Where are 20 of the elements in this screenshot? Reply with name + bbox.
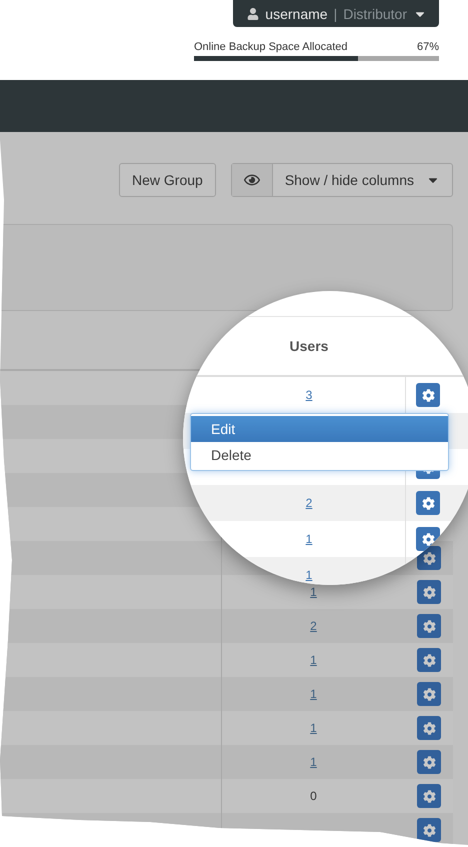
- user-count-link[interactable]: 1: [302, 532, 316, 546]
- user-count-link[interactable]: 1: [306, 653, 321, 667]
- storage-percentage: 67%: [416, 41, 439, 53]
- user-count-link[interactable]: 3: [302, 388, 316, 402]
- columns-toggle-button[interactable]: Show / hide columns: [230, 163, 453, 197]
- menu-item[interactable]: Delete: [191, 442, 448, 468]
- user-count: 0: [310, 789, 317, 803]
- user-count-link[interactable]: 1: [306, 585, 321, 599]
- user-count-link[interactable]: 1: [302, 568, 316, 582]
- user-count-link[interactable]: 2: [306, 619, 321, 633]
- new-group-button[interactable]: New Group: [119, 163, 216, 197]
- separator: |: [334, 6, 338, 22]
- user-count-link[interactable]: 1: [306, 687, 321, 701]
- users-column-header: Users: [290, 338, 328, 354]
- storage-label: Online Backup Space Allocated: [194, 41, 348, 53]
- user-count-link[interactable]: 1: [306, 755, 321, 769]
- user-count-link[interactable]: 2: [302, 496, 316, 510]
- user-count-link[interactable]: 1: [306, 721, 321, 735]
- menu-item[interactable]: Edit: [191, 416, 448, 442]
- account-menu-button[interactable]: username | Distributor: [233, 0, 439, 27]
